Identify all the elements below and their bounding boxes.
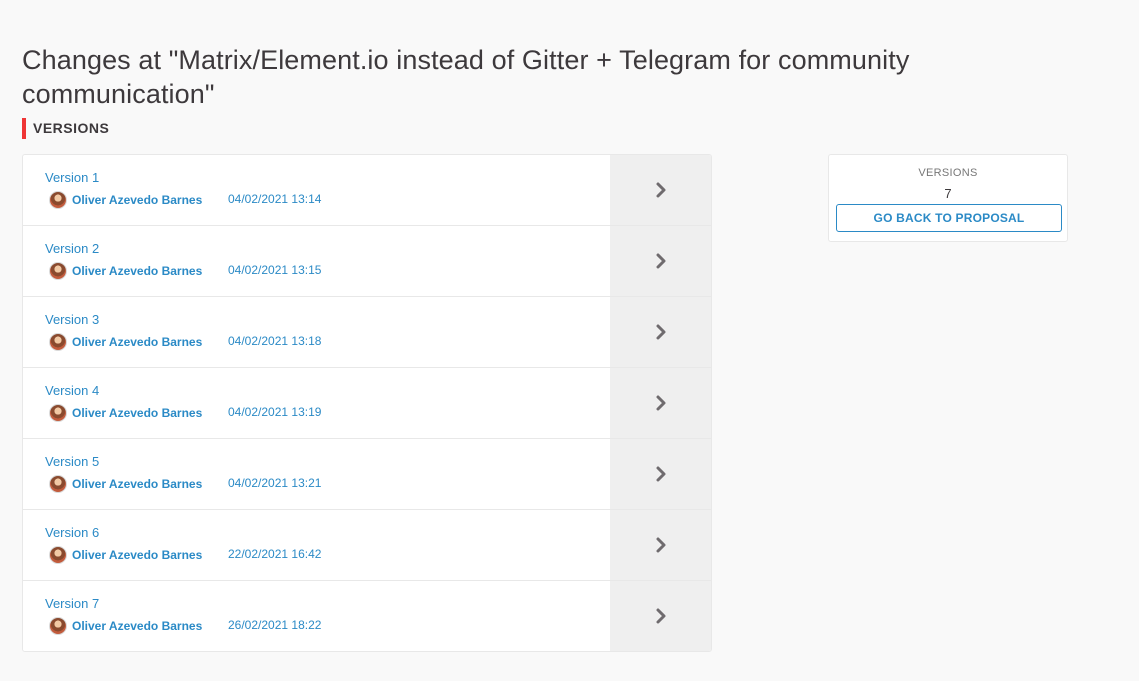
avatar	[49, 404, 67, 422]
versions-count-label: VERSIONS	[918, 167, 978, 179]
version-link[interactable]: Version 4	[45, 383, 99, 398]
version-row[interactable]: Version 7 Oliver Azevedo Barnes 26/02/20…	[23, 581, 711, 651]
author-name[interactable]: Oliver Azevedo Barnes	[72, 548, 202, 562]
versions-summary-card: VERSIONS 7 GO BACK TO PROPOSAL	[828, 154, 1068, 242]
version-info: Version 6 Oliver Azevedo Barnes 22/02/20…	[23, 510, 610, 580]
version-date: 04/02/2021 13:18	[228, 334, 322, 348]
version-author: Oliver Azevedo Barnes	[49, 262, 202, 280]
version-info: Version 4 Oliver Azevedo Barnes 04/02/20…	[23, 368, 610, 438]
version-link[interactable]: Version 2	[45, 241, 99, 256]
version-row[interactable]: Version 5 Oliver Azevedo Barnes 04/02/20…	[23, 439, 711, 510]
avatar	[49, 262, 67, 280]
version-open-button[interactable]	[610, 297, 711, 367]
version-date: 22/02/2021 16:42	[228, 547, 322, 561]
version-open-button[interactable]	[610, 439, 711, 509]
chevron-right-icon	[656, 253, 665, 269]
version-link[interactable]: Version 3	[45, 312, 99, 327]
version-row[interactable]: Version 1 Oliver Azevedo Barnes 04/02/20…	[23, 155, 711, 226]
version-author: Oliver Azevedo Barnes	[49, 617, 202, 635]
author-name[interactable]: Oliver Azevedo Barnes	[72, 193, 202, 207]
author-name[interactable]: Oliver Azevedo Barnes	[72, 406, 202, 420]
version-open-button[interactable]	[610, 581, 711, 651]
version-open-button[interactable]	[610, 368, 711, 438]
version-author: Oliver Azevedo Barnes	[49, 546, 202, 564]
avatar	[49, 333, 67, 351]
chevron-right-icon	[656, 608, 665, 624]
version-info: Version 5 Oliver Azevedo Barnes 04/02/20…	[23, 439, 610, 509]
version-info: Version 7 Oliver Azevedo Barnes 26/02/20…	[23, 581, 610, 651]
version-info: Version 2 Oliver Azevedo Barnes 04/02/20…	[23, 226, 610, 296]
version-info: Version 3 Oliver Azevedo Barnes 04/02/20…	[23, 297, 610, 367]
version-author: Oliver Azevedo Barnes	[49, 333, 202, 351]
avatar	[49, 475, 67, 493]
versions-list: Version 1 Oliver Azevedo Barnes 04/02/20…	[22, 154, 712, 652]
version-date: 04/02/2021 13:19	[228, 405, 322, 419]
version-author: Oliver Azevedo Barnes	[49, 404, 202, 422]
chevron-right-icon	[656, 466, 665, 482]
version-author: Oliver Azevedo Barnes	[49, 191, 202, 209]
version-date: 04/02/2021 13:15	[228, 263, 322, 277]
avatar	[49, 617, 67, 635]
version-link[interactable]: Version 1	[45, 170, 99, 185]
version-open-button[interactable]	[610, 510, 711, 580]
author-name[interactable]: Oliver Azevedo Barnes	[72, 619, 202, 633]
versions-count: 7	[944, 186, 952, 201]
author-name[interactable]: Oliver Azevedo Barnes	[72, 335, 202, 349]
author-name[interactable]: Oliver Azevedo Barnes	[72, 477, 202, 491]
avatar	[49, 546, 67, 564]
version-date: 04/02/2021 13:14	[228, 192, 322, 206]
version-author: Oliver Azevedo Barnes	[49, 475, 202, 493]
version-row[interactable]: Version 6 Oliver Azevedo Barnes 22/02/20…	[23, 510, 711, 581]
go-back-to-proposal-button[interactable]: GO BACK TO PROPOSAL	[836, 204, 1062, 232]
chevron-right-icon	[656, 324, 665, 340]
version-row[interactable]: Version 2 Oliver Azevedo Barnes 04/02/20…	[23, 226, 711, 297]
version-date: 26/02/2021 18:22	[228, 618, 322, 632]
version-link[interactable]: Version 5	[45, 454, 99, 469]
author-name[interactable]: Oliver Azevedo Barnes	[72, 264, 202, 278]
version-row[interactable]: Version 4 Oliver Azevedo Barnes 04/02/20…	[23, 368, 711, 439]
version-row[interactable]: Version 3 Oliver Azevedo Barnes 04/02/20…	[23, 297, 711, 368]
avatar	[49, 191, 67, 209]
page-title: Changes at "Matrix/Element.io instead of…	[22, 45, 910, 109]
version-open-button[interactable]	[610, 155, 711, 225]
version-link[interactable]: Version 7	[45, 596, 99, 611]
chevron-right-icon	[656, 537, 665, 553]
version-open-button[interactable]	[610, 226, 711, 296]
section-heading-versions: VERSIONS	[22, 118, 109, 139]
version-date: 04/02/2021 13:21	[228, 476, 322, 490]
chevron-right-icon	[656, 182, 665, 198]
chevron-right-icon	[656, 395, 665, 411]
version-link[interactable]: Version 6	[45, 525, 99, 540]
version-info: Version 1 Oliver Azevedo Barnes 04/02/20…	[23, 155, 610, 225]
